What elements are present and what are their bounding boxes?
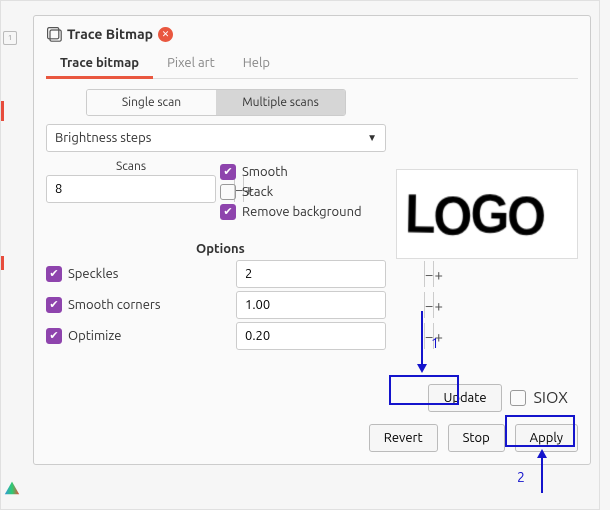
optimize-checkbox[interactable] [46,328,62,344]
preview-area [396,169,578,259]
speckles-checkbox[interactable] [46,266,62,282]
stack-checkbox[interactable] [220,184,236,200]
siox-checkbox[interactable] [510,390,526,406]
tab-pixel-art[interactable]: Pixel art [153,50,229,78]
left-gutter: 1 [1,21,25,501]
remove-bg-label: Remove background [242,205,362,219]
method-dropdown-value: Brightness steps [55,131,151,145]
chevron-down-icon: ▼ [367,132,377,144]
stop-button[interactable]: Stop [448,424,505,452]
single-scan-button[interactable]: Single scan [87,90,216,115]
trace-bitmap-icon [46,26,62,42]
smooth-corners-label: Smooth corners [68,298,160,312]
speckles-label: Speckles [68,267,118,281]
smooth-checkbox[interactable] [220,164,236,180]
siox-label: SIOX [534,389,569,407]
remove-bg-checkbox[interactable] [220,204,236,220]
revert-button[interactable]: Revert [369,424,438,452]
palette-icon [3,478,21,496]
options-heading: Options [46,242,386,256]
optimize-spinbox: − + [236,322,386,350]
scan-mode-segment: Single scan Multiple scans [86,89,346,116]
scans-spinbox: − + [46,175,216,203]
preview-canvas [397,170,577,258]
method-dropdown[interactable]: Brightness steps ▼ [46,124,386,152]
smooth-corners-checkbox[interactable] [46,297,62,313]
scans-input[interactable] [47,176,234,202]
trace-bitmap-panel: Trace Bitmap Trace bitmap Pixel art Help… [33,15,591,465]
tab-help[interactable]: Help [229,50,284,78]
tab-trace-bitmap[interactable]: Trace bitmap [46,50,153,79]
multiple-scans-button[interactable]: Multiple scans [216,90,345,115]
window-frame: 1 Trace Bitmap Trace bitmap Pixel art He… [0,0,600,510]
annotation-label-2: 2 [517,469,525,485]
optimize-label: Optimize [68,329,121,343]
speckles-spinbox: − + [236,260,386,288]
dialog-title: Trace Bitmap [67,26,153,42]
scans-label: Scans [46,160,216,173]
update-button[interactable]: Update [428,384,501,412]
apply-button[interactable]: Apply [515,424,578,452]
page-thumbnail-icon: 1 [3,31,17,45]
tab-bar: Trace bitmap Pixel art Help [46,50,578,79]
stack-label: Stack [242,185,273,199]
close-icon[interactable] [158,27,173,42]
smooth-corners-spinbox: − + [236,291,386,319]
smooth-label: Smooth [242,165,288,179]
